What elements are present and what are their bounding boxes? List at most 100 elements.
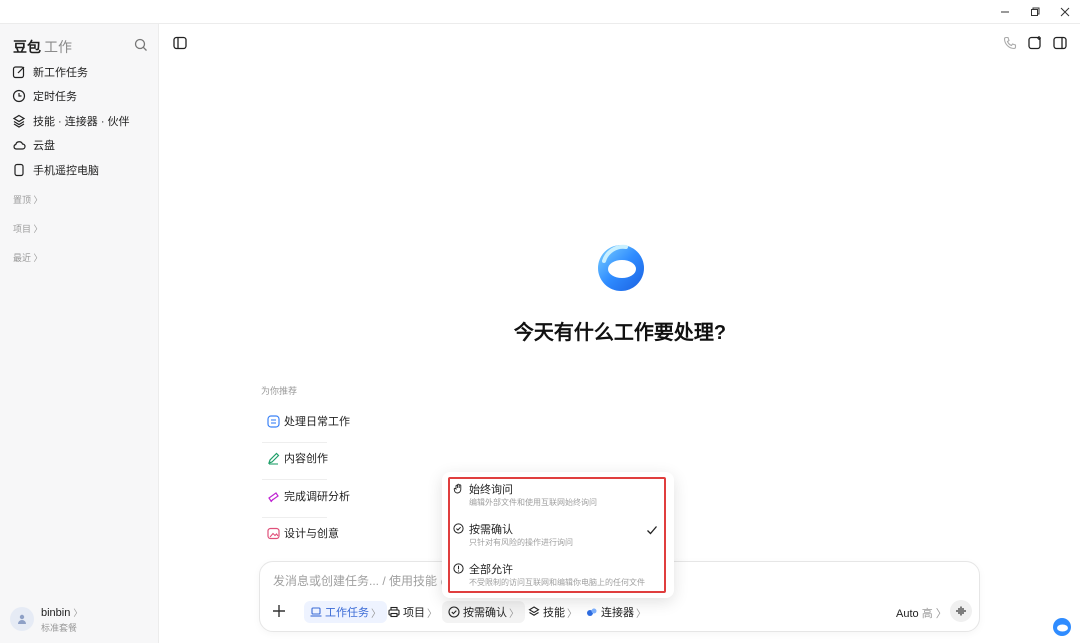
sidebar-item-phone-remote[interactable]: 手机遥控电脑 <box>12 160 99 180</box>
user-name: binbin <box>41 607 71 619</box>
search-icon[interactable] <box>133 37 149 53</box>
shield-check-icon <box>453 523 464 534</box>
recommendation-label: 处理日常工作 <box>284 416 350 428</box>
brand-suffix: 工作 <box>44 39 72 55</box>
model-selector[interactable]: Auto 高 〉 <box>896 605 947 621</box>
doubao-logo-icon <box>598 244 644 291</box>
chip-label: 项目 <box>403 607 425 619</box>
permission-menu: 始终询问 编辑外部文件和使用互联网始终询问 按需确认 只针对有风险的操作进行询问… <box>442 472 674 598</box>
mode-label: Auto <box>896 608 919 620</box>
divider <box>262 479 327 480</box>
user-icon <box>18 614 26 624</box>
phone-icon <box>14 163 24 177</box>
panel-toggle-icon[interactable] <box>1052 35 1068 51</box>
chip-project[interactable]: 项目〉 <box>382 601 443 623</box>
close-button[interactable] <box>1050 0 1080 24</box>
option-title: 全部允许 <box>469 564 513 576</box>
sidebar-item-skills[interactable]: 技能 · 连接器 · 伙伴 <box>12 111 130 131</box>
recommendation-content-creation[interactable]: 内容创作 <box>262 443 328 473</box>
sidebar-toggle-icon[interactable] <box>172 35 188 51</box>
pen-icon <box>268 452 280 465</box>
section-label: 项目 <box>13 224 32 234</box>
connector-icon <box>587 608 597 616</box>
recommendation-label: 设计与创意 <box>284 528 339 540</box>
message-input[interactable] <box>273 572 453 590</box>
chip-label: 工作任务 <box>325 607 369 619</box>
close-icon <box>1060 7 1070 17</box>
section-projects[interactable]: 项目 〉 <box>13 222 43 235</box>
chevron-right-icon: 〉 <box>567 608 577 620</box>
option-title: 按需确认 <box>469 524 513 536</box>
option-allow-all[interactable]: 全部允许 不受限制的访问互联网和编辑你电脑上的任何文件 <box>450 559 666 595</box>
brand: 豆包 工作 <box>13 37 72 57</box>
chevron-right-icon: 〉 <box>371 608 381 620</box>
plus-icon <box>273 605 285 617</box>
clock-icon <box>12 89 26 103</box>
recommendation-daily-work[interactable]: 处理日常工作 <box>262 406 350 436</box>
user-name-row: binbin 〉 <box>41 607 83 619</box>
user-profile[interactable]: binbin 〉 标准套餐 <box>0 599 159 643</box>
new-chat-icon[interactable] <box>1027 35 1043 51</box>
layers-icon <box>12 114 26 128</box>
section-label: 最近 <box>13 253 32 263</box>
restore-button[interactable] <box>1020 0 1050 24</box>
sidebar-item-label: 新工作任务 <box>33 67 88 79</box>
sidebar-item-cloud[interactable]: 云盘 <box>12 135 55 155</box>
chip-connectors[interactable]: 连接器〉 <box>580 601 652 623</box>
recommendation-research[interactable]: 完成调研分析 <box>262 481 350 511</box>
waveform-icon <box>956 606 966 616</box>
section-label: 置顶 <box>13 195 32 205</box>
sidebar-item-label: 技能 · 连接器 · 伙伴 <box>33 116 130 128</box>
sidebar-item-label: 定时任务 <box>33 91 77 103</box>
recommendation-label: 内容创作 <box>284 453 328 465</box>
voice-button[interactable] <box>950 600 972 622</box>
printer-icon <box>388 606 400 618</box>
option-always-ask[interactable]: 始终询问 编辑外部文件和使用互联网始终询问 <box>450 479 666 515</box>
laptop-icon <box>310 607 322 617</box>
section-recent[interactable]: 最近 〉 <box>13 251 43 264</box>
chip-skills[interactable]: 技能〉 <box>522 601 583 623</box>
user-plan: 标准套餐 <box>41 623 78 633</box>
quality-label: 高 <box>921 608 933 620</box>
shield-check-icon <box>448 606 460 618</box>
telescope-icon <box>268 491 279 502</box>
chevron-right-icon: 〉 <box>636 608 646 620</box>
restore-icon <box>1031 7 1040 16</box>
sidebar-item-label: 云盘 <box>33 140 55 152</box>
title-bar <box>0 0 1080 24</box>
chip-label: 按需确认 <box>463 607 507 619</box>
recommendation-design[interactable]: 设计与创意 <box>262 518 339 548</box>
option-description: 只针对有风险的操作进行询问 <box>469 538 573 547</box>
checkmark-icon <box>647 526 657 535</box>
option-description: 不受限制的访问互联网和编辑你电脑上的任何文件 <box>469 578 645 587</box>
sidebar-item-scheduled[interactable]: 定时任务 <box>12 86 77 106</box>
layers-icon <box>528 606 540 616</box>
recommend-title: 为你推荐 <box>261 386 298 396</box>
chip-work-task[interactable]: 工作任务〉 <box>304 601 387 623</box>
edit-icon <box>12 66 25 79</box>
chevron-right-icon: 〉 <box>427 608 437 620</box>
assistant-logo-icon[interactable] <box>1052 617 1072 637</box>
sidebar: 豆包 工作 新工作任务 定时任务 技能 · 连接器 · 伙伴 云盘 手机遥控电脑 … <box>0 24 159 643</box>
option-confirm-as-needed[interactable]: 按需确认 只针对有风险的操作进行询问 <box>450 519 666 555</box>
chip-label: 连接器 <box>601 607 634 619</box>
list-icon <box>267 414 280 428</box>
chip-label: 技能 <box>543 607 565 619</box>
chip-permission[interactable]: 按需确认〉 <box>442 601 525 623</box>
alert-circle-icon <box>453 563 464 574</box>
recommendation-label: 完成调研分析 <box>284 491 350 503</box>
page-headline: 今天有什么工作要处理? <box>513 322 727 344</box>
call-icon[interactable] <box>1002 35 1018 51</box>
sidebar-item-label: 手机遥控电脑 <box>33 165 99 177</box>
brand-name: 豆包 <box>13 39 41 55</box>
add-button[interactable] <box>270 602 288 620</box>
image-icon <box>267 527 280 539</box>
section-pinned[interactable]: 置顶 〉 <box>13 193 43 206</box>
hand-icon <box>453 483 462 494</box>
option-description: 编辑外部文件和使用互联网始终询问 <box>469 498 597 507</box>
minimize-button[interactable] <box>990 0 1020 24</box>
avatar <box>10 607 34 631</box>
minimize-icon <box>1001 11 1009 13</box>
sidebar-item-new-task[interactable]: 新工作任务 <box>12 62 88 82</box>
chevron-right-icon: 〉 <box>509 608 519 620</box>
